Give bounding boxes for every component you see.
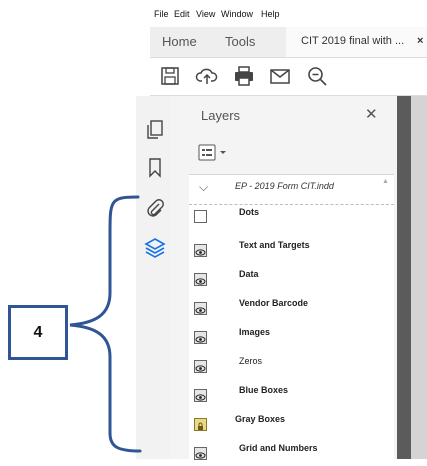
- layer-row[interactable]: Gray Boxes: [189, 407, 394, 436]
- layer-row[interactable]: Dots: [189, 204, 394, 233]
- tab-home[interactable]: Home: [162, 34, 197, 49]
- layer-name: Images: [239, 327, 271, 337]
- eye-icon[interactable]: [194, 360, 207, 373]
- layers-list: ⌵ EP - 2019 Form CIT.indd ▲ Dots Text and…: [189, 174, 394, 460]
- mail-icon[interactable]: [268, 64, 292, 88]
- tab-tools[interactable]: Tools: [225, 34, 255, 49]
- document-scrollbar[interactable]: [397, 96, 411, 459]
- close-icon[interactable]: ✕: [365, 105, 378, 123]
- menu-bar: File Edit View Window Help: [150, 0, 427, 26]
- layer-name: Zeros: [239, 356, 263, 366]
- lock-icon[interactable]: [194, 418, 207, 431]
- upload-icon[interactable]: [195, 64, 219, 88]
- tab-bar: Home Tools CIT 2019 final with ... ×: [150, 27, 427, 58]
- eye-icon[interactable]: [194, 331, 207, 344]
- layer-row[interactable]: Blue Boxes: [189, 378, 394, 407]
- layer-row[interactable]: Zeros: [189, 349, 394, 378]
- layer-row[interactable]: Grid and Numbers: [189, 436, 394, 465]
- eye-icon[interactable]: [194, 273, 207, 286]
- scroll-up-icon[interactable]: ▲: [382, 178, 389, 185]
- save-icon[interactable]: [158, 64, 182, 88]
- layer-row[interactable]: Text and Targets: [189, 233, 394, 262]
- layer-name: Gray Boxes: [235, 414, 286, 424]
- tab-document-label: CIT 2019 final with ...: [301, 35, 405, 47]
- menu-file[interactable]: File: [154, 9, 169, 19]
- layer-name: Data: [239, 269, 259, 279]
- layer-options-button[interactable]: [198, 144, 232, 162]
- layers-panel: Layers ✕ ⌵ EP - 2019 Form CIT.indd ▲ Dot…: [171, 96, 397, 460]
- document-area: [411, 96, 427, 459]
- layer-name: Dots: [239, 207, 259, 217]
- tab-close-icon[interactable]: ×: [417, 35, 423, 47]
- eye-icon[interactable]: [194, 244, 207, 257]
- layer-root-row[interactable]: ⌵ EP - 2019 Form CIT.indd ▲: [189, 175, 394, 205]
- zoom-icon[interactable]: [305, 64, 329, 88]
- layer-name: Grid and Numbers: [239, 443, 318, 453]
- layer-row[interactable]: Vendor Barcode: [189, 291, 394, 320]
- menu-window[interactable]: Window: [221, 9, 253, 19]
- eye-icon[interactable]: [194, 302, 207, 315]
- panel-title: Layers: [201, 108, 241, 123]
- toolbar: [150, 58, 427, 96]
- visibility-checkbox[interactable]: [194, 210, 207, 223]
- layer-name: Blue Boxes: [239, 385, 289, 395]
- eye-icon[interactable]: [194, 389, 207, 402]
- menu-edit[interactable]: Edit: [174, 9, 190, 19]
- annotation-number: 4: [33, 323, 43, 341]
- annotation-label: 4: [8, 305, 68, 360]
- layer-row[interactable]: Data: [189, 262, 394, 291]
- layer-name: Text and Targets: [239, 240, 310, 250]
- menu-help[interactable]: Help: [261, 9, 280, 19]
- print-icon[interactable]: [232, 64, 256, 88]
- layer-name: Vendor Barcode: [239, 298, 309, 308]
- eye-icon[interactable]: [194, 447, 207, 460]
- pages-icon[interactable]: [144, 118, 166, 140]
- layer-root-label: EP - 2019 Form CIT.indd: [235, 181, 334, 191]
- tab-document[interactable]: CIT 2019 final with ... ×: [286, 27, 427, 57]
- bookmark-icon[interactable]: [144, 156, 166, 178]
- layer-row[interactable]: Images: [189, 320, 394, 349]
- chevron-down-icon[interactable]: ⌵: [199, 180, 208, 195]
- menu-view[interactable]: View: [196, 9, 215, 19]
